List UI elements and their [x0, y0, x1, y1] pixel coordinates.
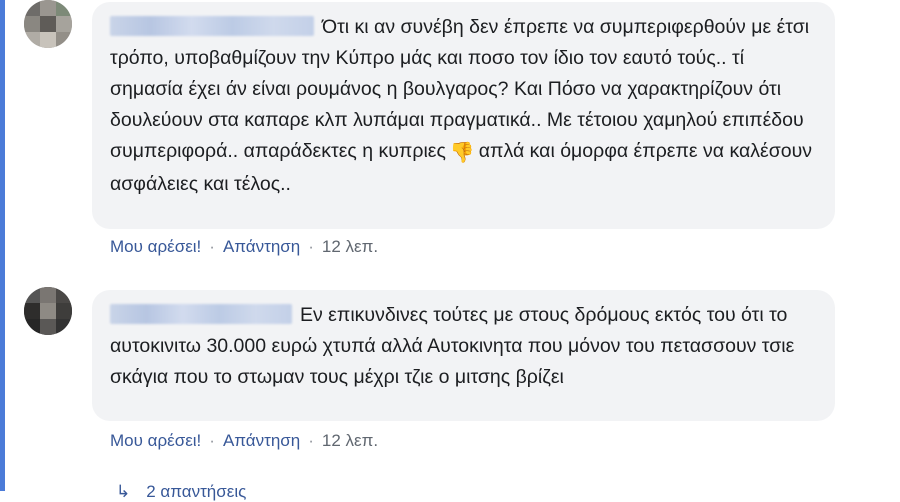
view-replies-link[interactable]: ↳ 2 απαντήσεις: [116, 482, 246, 502]
avatar[interactable]: [24, 0, 72, 48]
comment-time: 12 λεπ.: [321, 431, 379, 450]
thumbs-down-icon: 👎: [449, 142, 475, 164]
like-link[interactable]: Μου αρέσει!: [110, 237, 201, 256]
reply-link[interactable]: Απάντηση: [223, 237, 300, 256]
comment-time: 12 λεπ.: [321, 237, 379, 256]
author-name[interactable]: [110, 16, 314, 36]
reply-arrow-icon: ↳: [116, 482, 131, 501]
comment-actions: Μου αρέσει! · Απάντηση · 12 λεπ.: [110, 237, 379, 256]
comment-bubble: Εν επικυνδινες τούτες με στους δρόμους ε…: [92, 290, 835, 421]
replies-label: 2 απαντήσεις: [146, 482, 247, 501]
comment-actions: Μου αρέσει! · Απάντηση · 12 λεπ.: [110, 431, 379, 450]
avatar[interactable]: [24, 287, 72, 335]
author-name[interactable]: [110, 304, 292, 324]
like-link[interactable]: Μου αρέσει!: [110, 431, 201, 450]
thread-line: [0, 0, 5, 491]
comment-bubble: Ότι κι αν συνέβη δεν έπρεπε να συμπεριφε…: [92, 2, 835, 229]
reply-link[interactable]: Απάντηση: [223, 431, 300, 450]
